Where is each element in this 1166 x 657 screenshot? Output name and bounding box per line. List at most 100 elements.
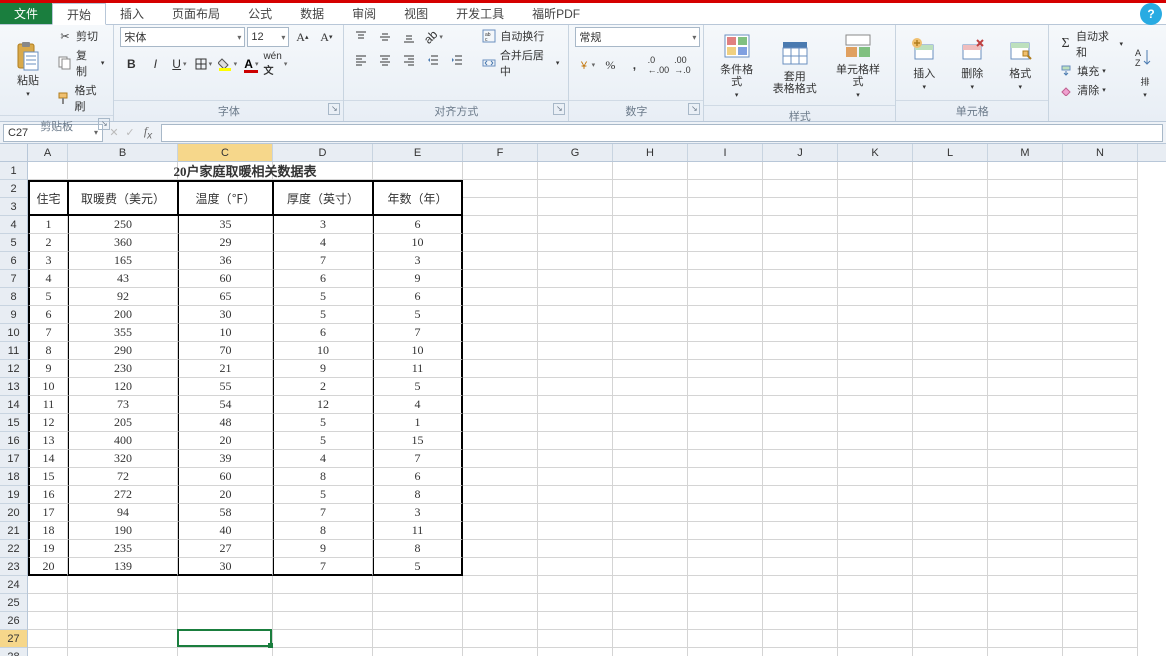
cell[interactable] [988, 612, 1063, 630]
cell[interactable] [373, 612, 463, 630]
table-data-cell[interactable]: 7 [273, 252, 373, 270]
table-data-cell[interactable]: 29 [178, 234, 273, 252]
cell[interactable] [763, 252, 838, 270]
cell[interactable] [613, 540, 688, 558]
col-header[interactable]: L [913, 144, 988, 161]
cell[interactable] [538, 306, 613, 324]
tab-formula[interactable]: 公式 [234, 3, 286, 24]
cell[interactable] [763, 360, 838, 378]
comma-button[interactable]: , [623, 55, 645, 75]
cell[interactable] [688, 378, 763, 396]
cut-button[interactable]: ✂剪切 [54, 27, 107, 45]
table-data-cell[interactable]: 54 [178, 396, 273, 414]
cell[interactable] [463, 594, 538, 612]
cell[interactable] [28, 648, 68, 656]
cell[interactable] [463, 342, 538, 360]
table-data-cell[interactable]: 272 [68, 486, 178, 504]
cell[interactable] [538, 216, 613, 234]
italic-button[interactable]: I [144, 54, 166, 74]
cell[interactable] [613, 504, 688, 522]
row-header[interactable]: 7 [0, 270, 27, 288]
table-data-cell[interactable]: 6 [273, 270, 373, 288]
cell[interactable] [838, 486, 913, 504]
tab-dev[interactable]: 开发工具 [442, 3, 518, 24]
table-data-cell[interactable]: 400 [68, 432, 178, 450]
table-header-cell[interactable]: 厚度（英寸） [273, 180, 373, 216]
cell[interactable] [1063, 522, 1138, 540]
cell[interactable] [763, 216, 838, 234]
cell[interactable] [913, 558, 988, 576]
cell[interactable] [988, 306, 1063, 324]
insert-cells-button[interactable]: 插入▾ [902, 27, 946, 100]
cell[interactable] [688, 450, 763, 468]
fill-button[interactable]: 填充 ▾ [1055, 62, 1126, 80]
row-header[interactable]: 27 [0, 630, 27, 648]
cell[interactable] [688, 288, 763, 306]
dialog-launcher[interactable]: ↘ [328, 103, 340, 115]
tab-home[interactable]: 开始 [52, 3, 106, 25]
cell[interactable] [838, 306, 913, 324]
tab-view[interactable]: 视图 [390, 3, 442, 24]
table-data-cell[interactable]: 48 [178, 414, 273, 432]
cell[interactable] [28, 576, 68, 594]
cell[interactable] [463, 378, 538, 396]
cell[interactable] [538, 468, 613, 486]
cell[interactable] [1063, 324, 1138, 342]
cell[interactable] [68, 576, 178, 594]
cell[interactable] [763, 234, 838, 252]
table-data-cell[interactable]: 12 [273, 396, 373, 414]
table-data-cell[interactable]: 6 [28, 306, 68, 324]
cell[interactable] [688, 432, 763, 450]
cell[interactable] [1063, 360, 1138, 378]
cell[interactable] [178, 630, 273, 648]
cell[interactable] [913, 648, 988, 656]
cell[interactable] [838, 630, 913, 648]
cell[interactable] [463, 450, 538, 468]
col-header[interactable]: A [28, 144, 68, 161]
tab-data[interactable]: 数据 [286, 3, 338, 24]
cell[interactable] [913, 432, 988, 450]
cell[interactable] [538, 612, 613, 630]
increase-indent-button[interactable] [446, 50, 468, 70]
col-header[interactable]: J [763, 144, 838, 161]
table-data-cell[interactable]: 165 [68, 252, 178, 270]
table-data-cell[interactable]: 5 [28, 288, 68, 306]
clear-button[interactable]: 清除 ▾ [1055, 81, 1126, 99]
cell[interactable] [988, 558, 1063, 576]
cell[interactable] [613, 378, 688, 396]
font-name-select[interactable]: 宋体▾ [120, 27, 245, 47]
cell[interactable] [538, 522, 613, 540]
col-header[interactable]: N [1063, 144, 1138, 161]
table-data-cell[interactable]: 4 [273, 450, 373, 468]
cell[interactable] [988, 396, 1063, 414]
table-data-cell[interactable]: 7 [273, 504, 373, 522]
row-header[interactable]: 11 [0, 342, 27, 360]
cell[interactable] [763, 630, 838, 648]
cell[interactable] [988, 288, 1063, 306]
cell[interactable] [538, 360, 613, 378]
autosum-button[interactable]: Σ自动求和 ▾ [1055, 27, 1126, 61]
cell[interactable] [28, 630, 68, 648]
tab-layout[interactable]: 页面布局 [158, 3, 234, 24]
table-data-cell[interactable]: 2 [28, 234, 68, 252]
cell[interactable] [1063, 594, 1138, 612]
table-data-cell[interactable]: 92 [68, 288, 178, 306]
cell[interactable] [838, 378, 913, 396]
number-format-select[interactable]: 常规▾ [575, 27, 700, 47]
cell[interactable] [913, 576, 988, 594]
cell[interactable] [1063, 306, 1138, 324]
cell[interactable] [688, 252, 763, 270]
table-data-cell[interactable]: 10 [273, 342, 373, 360]
table-data-cell[interactable]: 9 [273, 360, 373, 378]
table-data-cell[interactable]: 360 [68, 234, 178, 252]
table-data-cell[interactable]: 320 [68, 450, 178, 468]
cell[interactable] [913, 450, 988, 468]
cell[interactable] [913, 396, 988, 414]
table-data-cell[interactable]: 43 [68, 270, 178, 288]
cell[interactable] [838, 612, 913, 630]
cell[interactable] [988, 342, 1063, 360]
table-data-cell[interactable]: 8 [373, 540, 463, 558]
cell[interactable] [463, 468, 538, 486]
table-data-cell[interactable]: 70 [178, 342, 273, 360]
table-data-cell[interactable]: 3 [373, 252, 463, 270]
